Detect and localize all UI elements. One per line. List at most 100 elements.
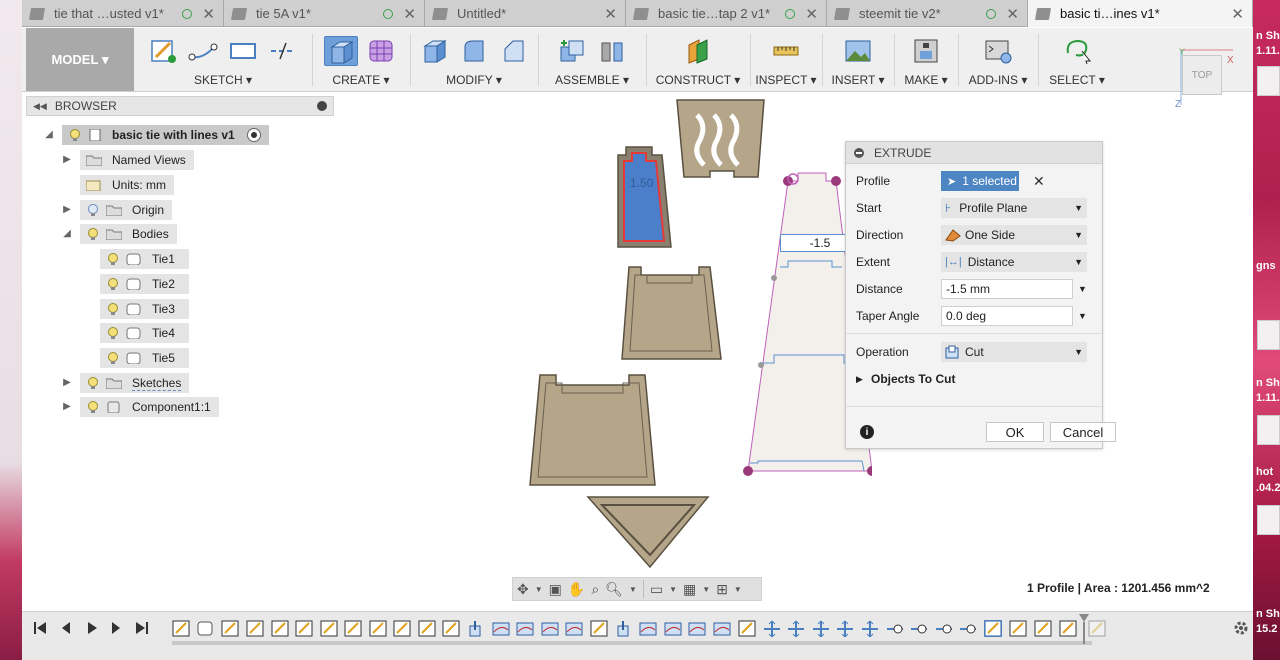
timeline-sketch-icon[interactable] [393,620,411,637]
close-tab-icon[interactable]: ✕ [1006,5,1019,23]
collapse-arrow-icon[interactable]: ◢ [62,228,72,239]
toolbar-group-add-ins[interactable]: ADD-INS ▾ [962,28,1034,91]
design-canvas[interactable]: 1.50 [492,95,872,575]
tab-document-active[interactable]: basic ti…ines v1* ✕ [1028,0,1253,27]
tie-body-middle[interactable] [621,266,722,360]
browser-node-body[interactable]: Tie5 [100,348,189,368]
timeline-sketch-icon[interactable] [246,620,264,637]
timeline-sketch-icon[interactable] [221,620,239,637]
fillet-icon[interactable] [457,36,491,66]
timeline-move-icon[interactable] [836,620,854,637]
collapse-dialog-icon[interactable] [854,147,864,158]
toolbar-group-make[interactable]: MAKE ▾ [898,28,954,91]
toolbar-group-sketch[interactable]: SKETCH ▾ [138,28,308,91]
ok-button[interactable]: OK [986,422,1044,442]
timeline-sketch-icon[interactable] [442,620,460,637]
toolbar-group-insert[interactable]: INSERT ▾ [826,28,890,91]
visibility-bulb-icon[interactable] [86,203,100,217]
browser-node-named-views[interactable]: ▶ Named Views [62,150,194,170]
distance-dropdown-icon[interactable]: ▼ [1078,284,1087,294]
visibility-bulb-icon[interactable] [106,252,120,266]
insert-image-icon[interactable] [841,36,875,66]
browser-options-icon[interactable] [317,101,327,111]
tie-body-top[interactable] [676,99,765,178]
toolbar-group-assemble[interactable]: ASSEMBLE ▾ [542,28,642,91]
timeline-sketch-active-icon[interactable] [984,620,1002,637]
timeline-joint-icon[interactable] [959,620,977,637]
timeline-sketch-icon[interactable] [320,620,338,637]
timeline-sweep-icon[interactable] [664,620,682,637]
trim-icon[interactable] [266,36,300,66]
browser-node-body[interactable]: Tie3 [100,299,189,319]
browser-node-bodies[interactable]: ◢ Bodies [62,224,177,244]
objects-to-cut-row[interactable]: ▶ Objects To Cut [846,367,1104,391]
timeline-sketch-icon[interactable] [738,620,756,637]
timeline-sketch-icon[interactable] [1034,620,1052,637]
3d-print-icon[interactable] [909,36,943,66]
workspace-switcher[interactable]: MODEL ▾ [26,28,134,91]
taper-angle-input[interactable]: 0.0 deg [941,306,1073,326]
timeline-move-icon[interactable] [812,620,830,637]
timeline-joint-icon[interactable] [910,620,928,637]
close-tab-icon[interactable]: ✕ [805,5,818,23]
visibility-bulb-icon[interactable] [106,351,120,365]
visibility-bulb-icon[interactable] [106,277,120,291]
tab-document[interactable]: tie 5A v1* ✕ [224,0,425,27]
profile-selection-button[interactable]: ➤ 1 selected [941,171,1019,191]
form-grid-icon[interactable] [364,36,398,66]
tie-body-lower[interactable] [529,374,656,486]
timeline-sketch-icon[interactable] [1059,620,1077,637]
tab-document[interactable]: basic tie…tap 2 v1* ✕ [626,0,827,27]
offset-plane-icon[interactable] [681,36,715,66]
browser-node-component[interactable]: ▶ Component1:1 [62,397,219,417]
timeline-sweep-icon[interactable] [492,620,510,637]
timeline-sweep-icon[interactable] [516,620,534,637]
close-tab-icon[interactable]: ✕ [202,5,215,23]
activate-component-icon[interactable] [246,128,261,142]
extent-select[interactable]: |↔| Distance ▼ [941,252,1087,272]
browser-node-body[interactable]: Tie4 [100,323,189,343]
info-icon[interactable]: i [860,425,874,439]
timeline-sketch-icon[interactable] [172,620,190,637]
browser-node-body[interactable]: Tie2 [100,274,189,294]
direction-select[interactable]: One Side ▼ [941,225,1087,245]
toolbar-group-modify[interactable]: MODIFY ▾ [414,28,534,91]
display-settings-icon[interactable]: ▭ [650,581,663,598]
create-sketch-icon[interactable] [146,36,180,66]
timeline-sweep-icon[interactable] [541,620,559,637]
close-tab-icon[interactable]: ✕ [1231,5,1244,23]
viewports-icon[interactable]: ⊞ [716,581,728,598]
expand-arrow-icon[interactable]: ▶ [62,154,72,165]
expand-arrow-icon[interactable]: ▶ [62,204,72,215]
toolbar-group-inspect[interactable]: INSPECT ▾ [754,28,818,91]
browser-node-body[interactable]: Tie1 [100,249,189,269]
toolbar-group-create[interactable]: CREATE ▾ [316,28,406,91]
visibility-bulb-icon[interactable] [106,326,120,340]
cancel-button[interactable]: Cancel [1050,422,1116,442]
browser-node-origin[interactable]: ▶ Origin [62,200,173,220]
tab-document[interactable]: Untitled* ✕ [425,0,626,27]
timeline-joint-icon[interactable] [935,620,953,637]
timeline-sketch-icon[interactable] [369,620,387,637]
timeline-sweep-icon[interactable] [688,620,706,637]
visibility-bulb-icon[interactable] [86,376,100,390]
grid-settings-icon[interactable]: ▦ [683,581,696,598]
tab-document[interactable]: tie that …usted v1* ✕ [22,0,224,27]
visibility-bulb-icon[interactable] [68,128,82,142]
play-icon[interactable] [84,620,100,636]
timeline-sketch-icon[interactable] [1088,620,1106,637]
expand-arrow-icon[interactable]: ▶ [62,401,72,412]
step-forward-icon[interactable] [108,620,124,636]
scripts-icon[interactable] [981,36,1015,66]
visibility-bulb-icon[interactable] [86,227,100,241]
rectangle-icon[interactable] [226,36,260,66]
timeline-move-icon[interactable] [787,620,805,637]
extrude-icon[interactable] [324,36,358,66]
expand-arrow-icon[interactable]: ▶ [856,374,863,385]
orbit-icon[interactable]: ✥ [517,581,529,598]
timeline-extrude-icon[interactable] [467,620,485,637]
timeline-sweep-icon[interactable] [565,620,583,637]
close-tab-icon[interactable]: ✕ [604,5,617,23]
timeline-sketch-icon[interactable] [418,620,436,637]
timeline-settings-gear-icon[interactable] [1232,619,1250,637]
